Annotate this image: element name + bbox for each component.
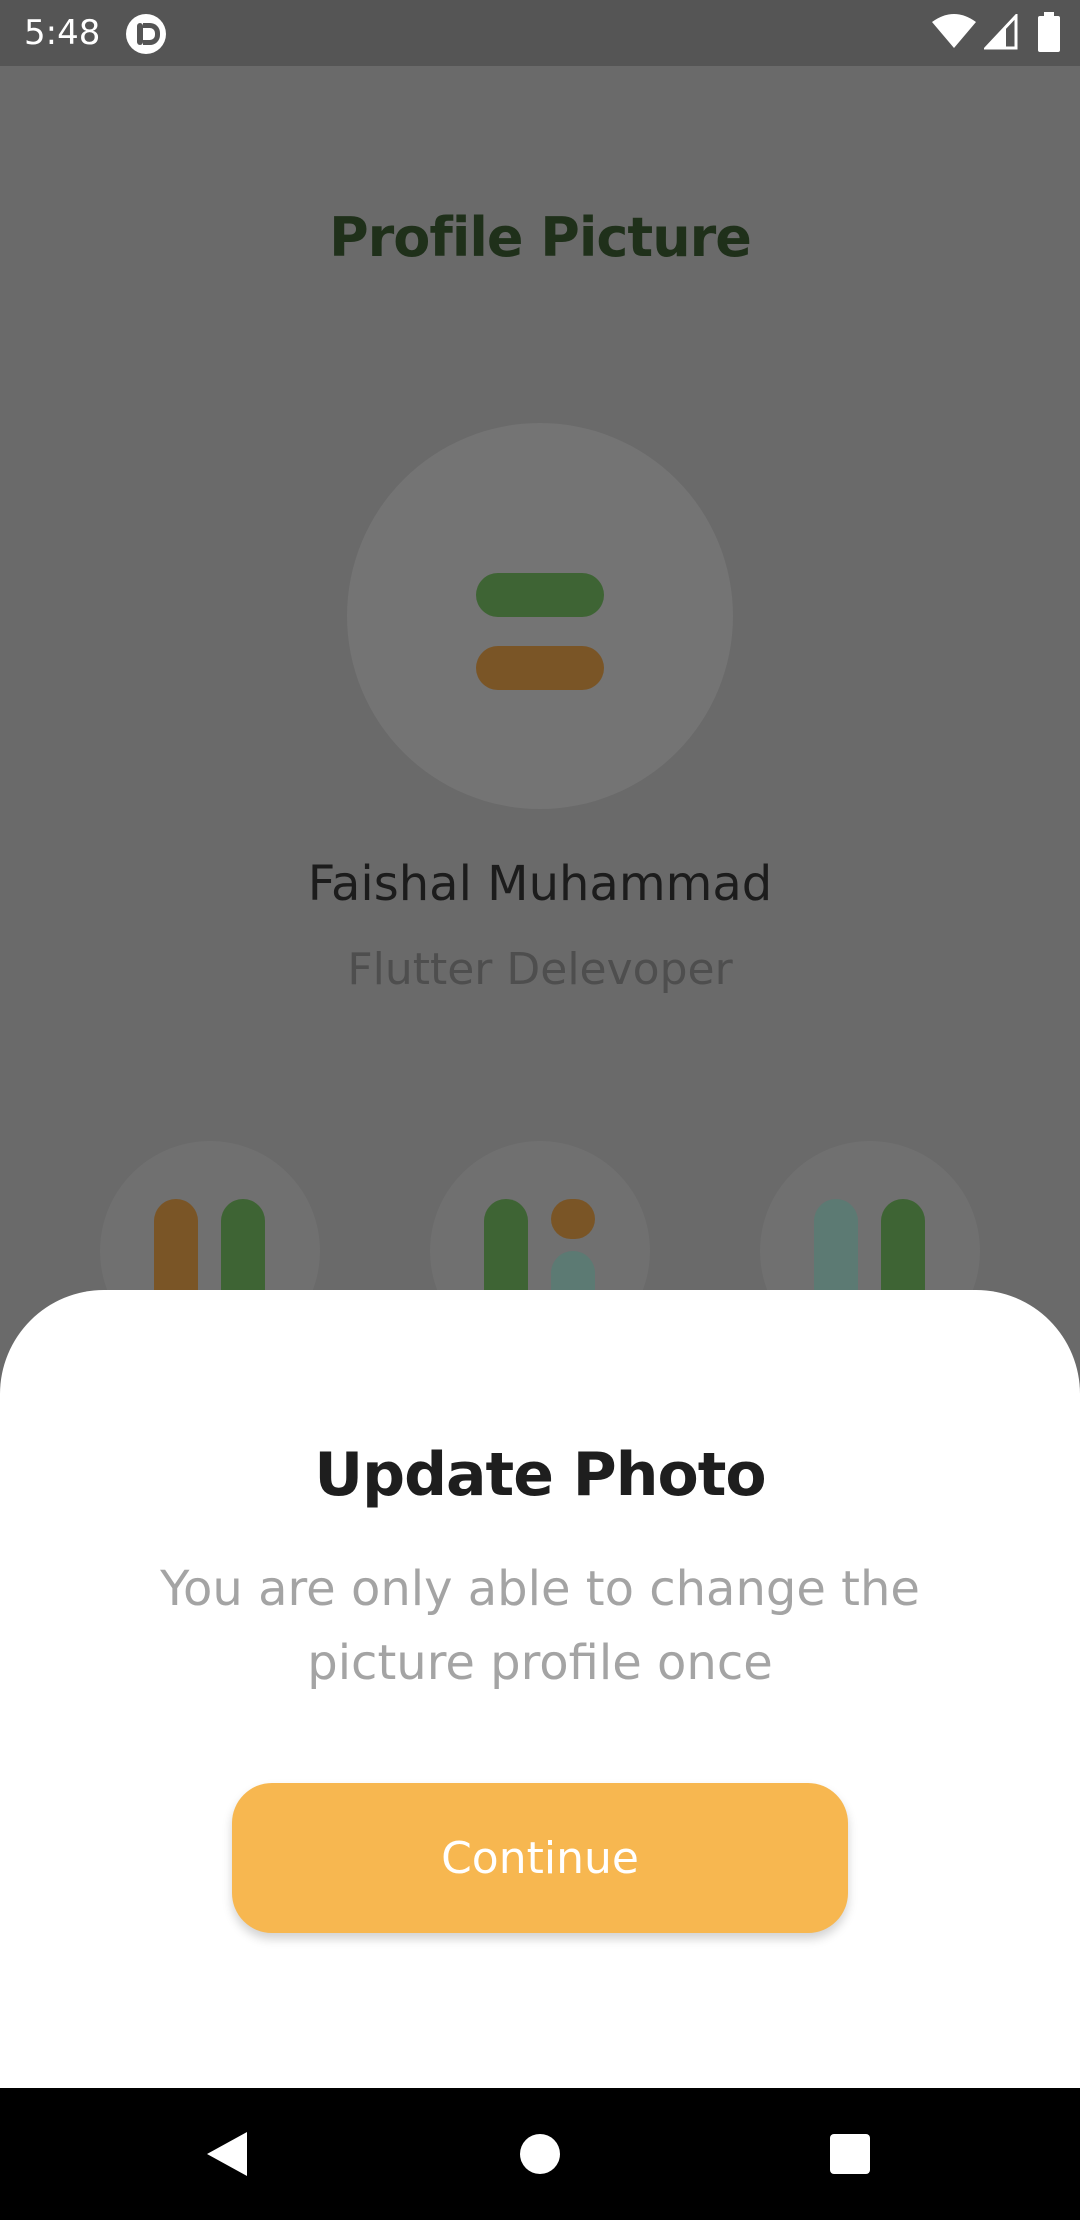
sheet-message: You are only able to change the picture … xyxy=(160,1561,920,1691)
continue-button[interactable]: Continue xyxy=(232,1783,848,1933)
option-dot-brown xyxy=(551,1199,595,1239)
app-notification-icon xyxy=(126,14,166,54)
wifi-icon xyxy=(932,14,976,48)
page-title: Profile Picture xyxy=(329,206,752,269)
sheet-title: Update Photo xyxy=(314,1440,766,1510)
status-time: 5:48 xyxy=(24,13,101,53)
avatar-logo-top-bar xyxy=(476,573,604,617)
avatar[interactable] xyxy=(347,423,733,809)
recents-icon[interactable] xyxy=(830,2134,870,2174)
battery-icon xyxy=(1038,12,1060,52)
profile-role: Flutter Delevoper xyxy=(347,944,733,995)
status-bar: 5:48 xyxy=(0,0,1080,66)
back-icon[interactable] xyxy=(205,2130,249,2178)
avatar-logo-bottom-bar xyxy=(476,646,604,690)
navigation-bar xyxy=(0,2088,1080,2220)
home-icon[interactable] xyxy=(520,2134,560,2174)
signal-icon xyxy=(984,14,1018,50)
profile-name: Faishal Muhammad xyxy=(307,856,773,912)
update-photo-sheet: Update Photo You are only able to change… xyxy=(0,1290,1080,2088)
